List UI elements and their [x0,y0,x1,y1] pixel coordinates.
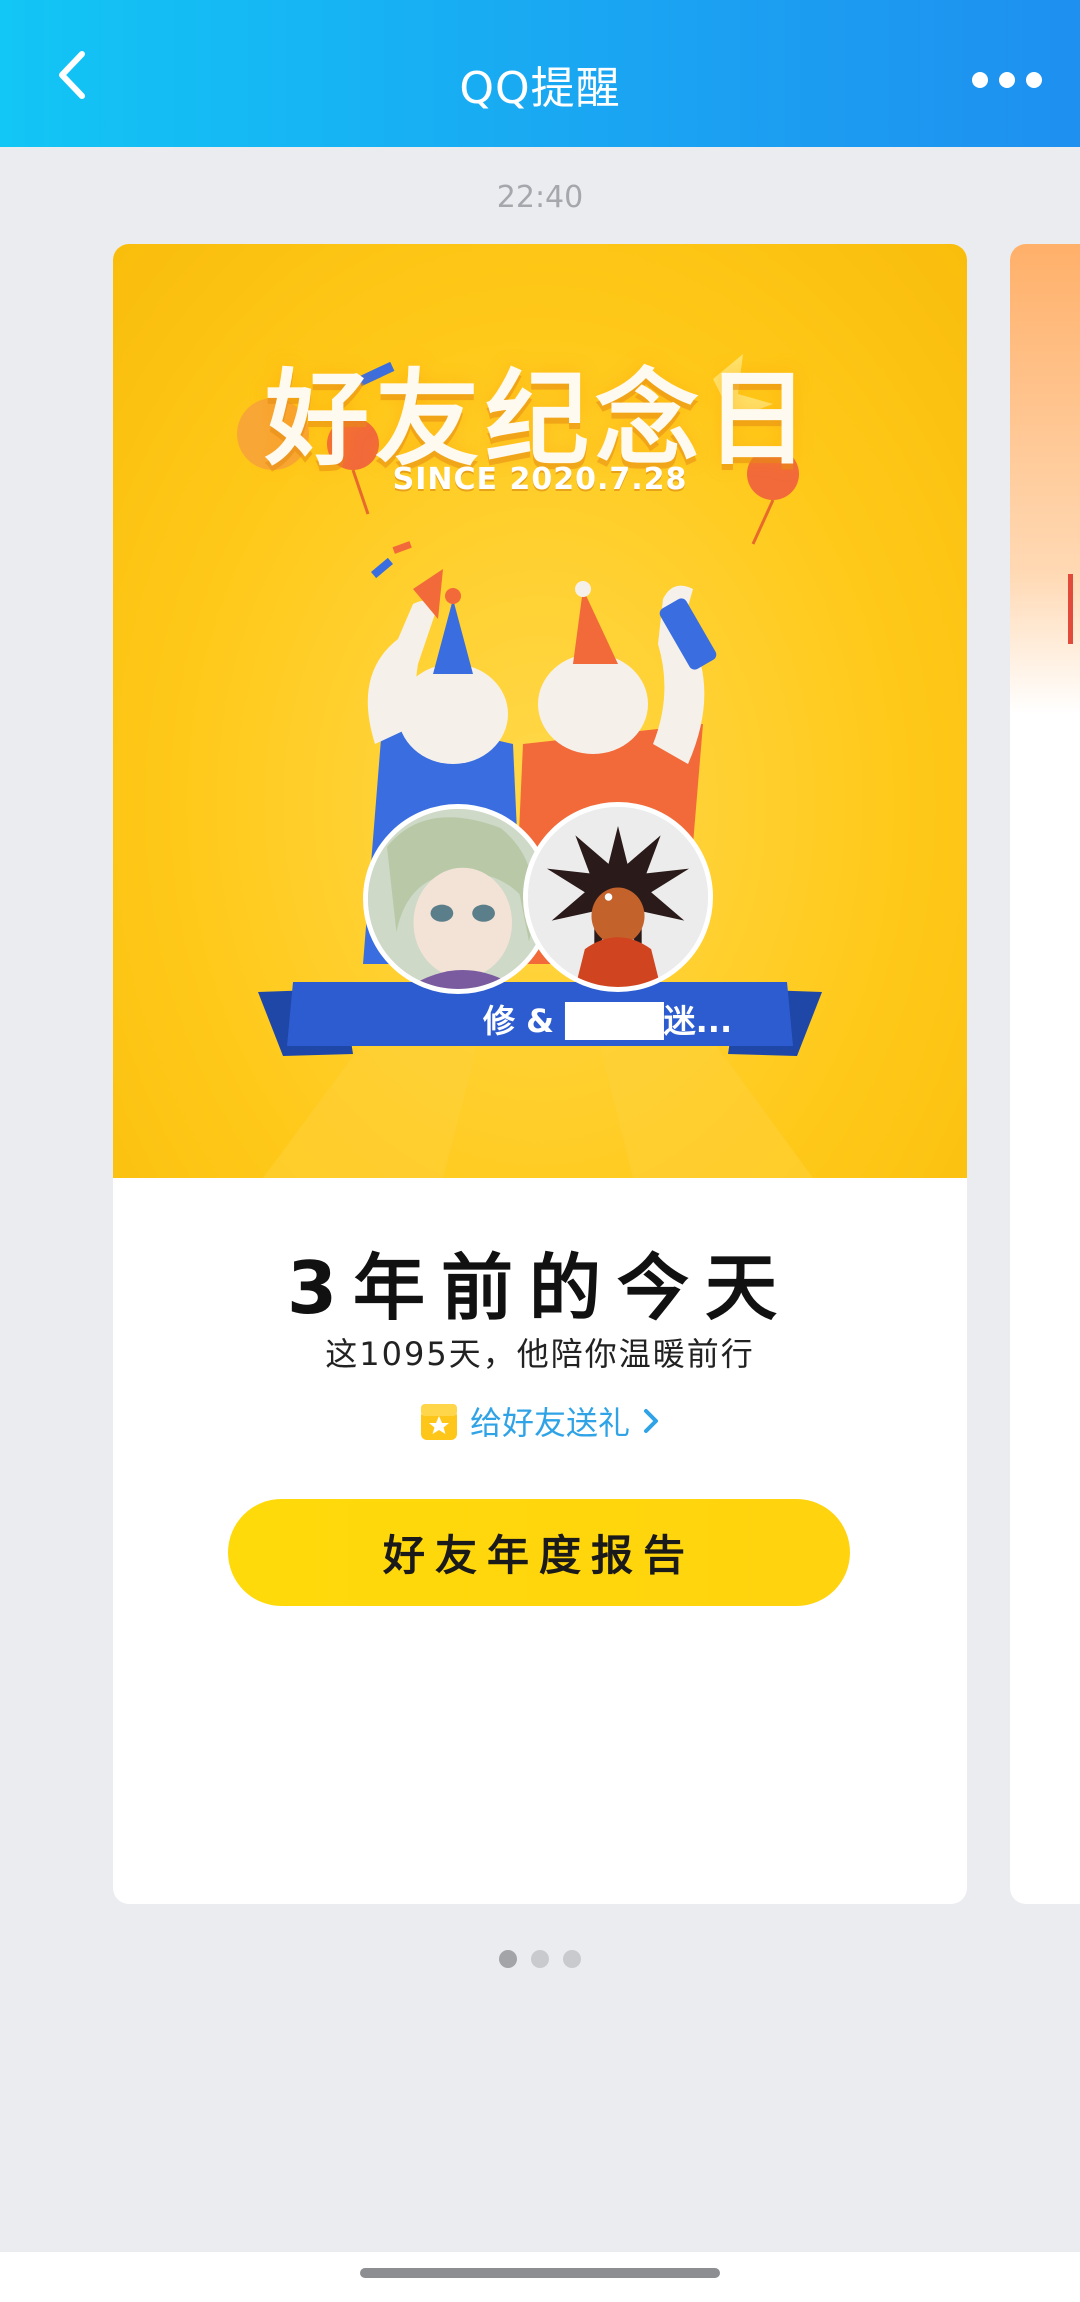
pager-dot[interactable] [563,1950,581,1968]
next-card[interactable] [1010,244,1080,1904]
send-gift-link[interactable]: 给好友送礼 [113,1396,967,1446]
anniversary-banner: 好友纪念日 SINCE 2020.7.28 修 & ████迷... [113,244,967,1178]
send-gift-label: 给好友送礼 [469,1404,630,1442]
ellipsis-icon[interactable] [962,60,1052,100]
annual-report-button[interactable]: 好友年度报告 [228,1499,850,1606]
message-timestamp: 22:40 [496,180,584,215]
anniversary-card[interactable]: 好友纪念日 SINCE 2020.7.28 修 & ████迷... 3年前的今… [113,244,967,1904]
page-title: QQ提醒 [459,63,621,114]
subline: 这1095天，他陪你温暖前行 [325,1335,755,1373]
pager-dots [0,1950,1080,1970]
pager-dot[interactable] [531,1950,549,1968]
gift-icon [420,1404,457,1440]
headline: 3年前的今天 [286,1246,794,1330]
friend-names: 修 & ████迷... [483,1002,733,1040]
since-date: SINCE 2020.7.28 [392,462,688,497]
pager-dot[interactable] [499,1950,517,1968]
top-bar: QQ提醒 [0,0,1080,147]
home-indicator[interactable] [360,2268,720,2278]
chevron-right-icon [644,1409,658,1433]
avatar[interactable] [523,802,713,992]
